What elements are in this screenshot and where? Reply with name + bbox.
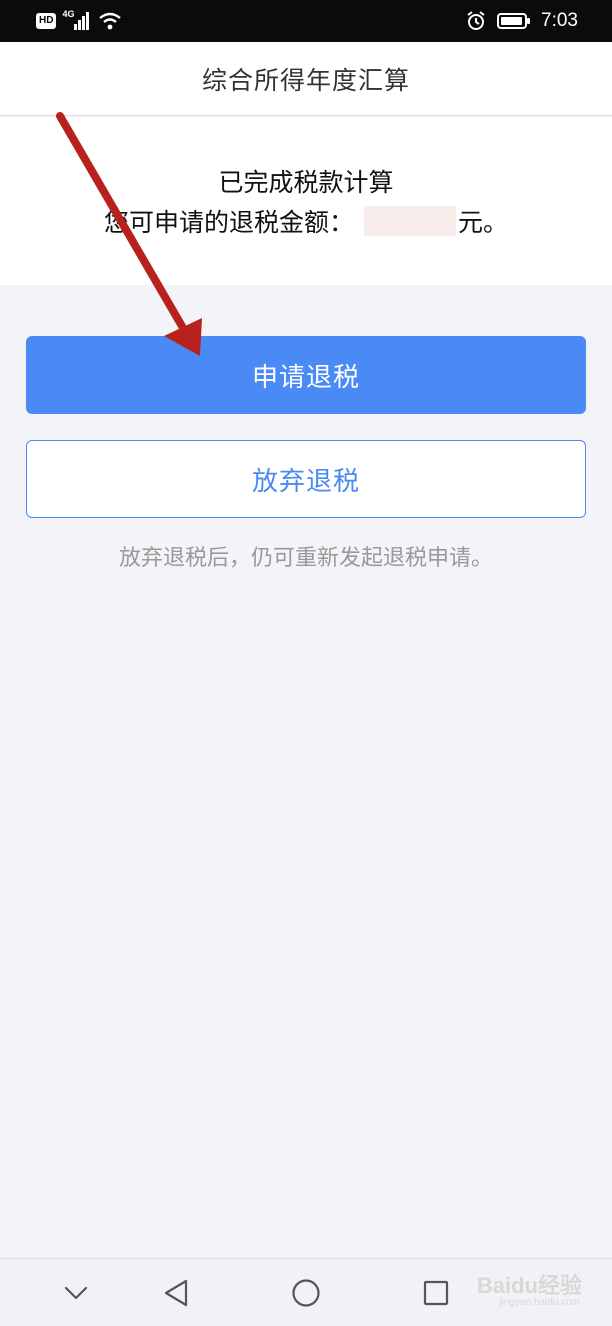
recents-square-icon [423, 1280, 449, 1306]
signal-icon [74, 12, 90, 30]
clock-text: 7:03 [541, 10, 578, 31]
page-title: 综合所得年度汇算 [201, 65, 410, 95]
refund-amount-redacted [364, 206, 456, 236]
nav-collapse-button[interactable] [56, 1273, 96, 1313]
nav-back-button[interactable] [156, 1273, 196, 1313]
nav-recents-button[interactable] [416, 1273, 456, 1313]
watermark-url: jingyan.baidu.com [499, 1297, 580, 1308]
abandon-refund-button[interactable]: 放弃退税 [26, 440, 586, 518]
chevron-down-icon [64, 1286, 88, 1300]
status-left: HD 4G [36, 9, 122, 32]
app-header: 综合所得年度汇算 [0, 42, 612, 116]
result-card: 已完成税款计算 您可申请的退税金额： 元。 [0, 117, 612, 285]
hd-badge: HD [36, 13, 57, 29]
battery-icon [497, 13, 531, 29]
status-bar: HD 4G 7:03 [0, 0, 612, 42]
back-triangle-icon [164, 1279, 188, 1307]
alarm-icon [467, 11, 485, 30]
hint-text: 放弃退税后，仍可重新发起退税申请。 [118, 546, 493, 571]
refund-prefix: 您可申请的退税金额： [103, 208, 354, 237]
refund-suffix: 元。 [458, 208, 509, 237]
refund-line: 您可申请的退税金额： 元。 [0, 203, 612, 239]
watermark-brand: Baidu经验 [476, 1273, 582, 1298]
apply-refund-button[interactable]: 申请退税 [26, 336, 586, 414]
network-indicator: 4G [62, 9, 92, 32]
result-title: 已完成税款计算 [218, 168, 394, 197]
status-right: 7:03 [465, 8, 578, 34]
home-circle-icon [292, 1279, 320, 1307]
nav-home-button[interactable] [286, 1273, 326, 1313]
wifi-icon [99, 12, 122, 30]
